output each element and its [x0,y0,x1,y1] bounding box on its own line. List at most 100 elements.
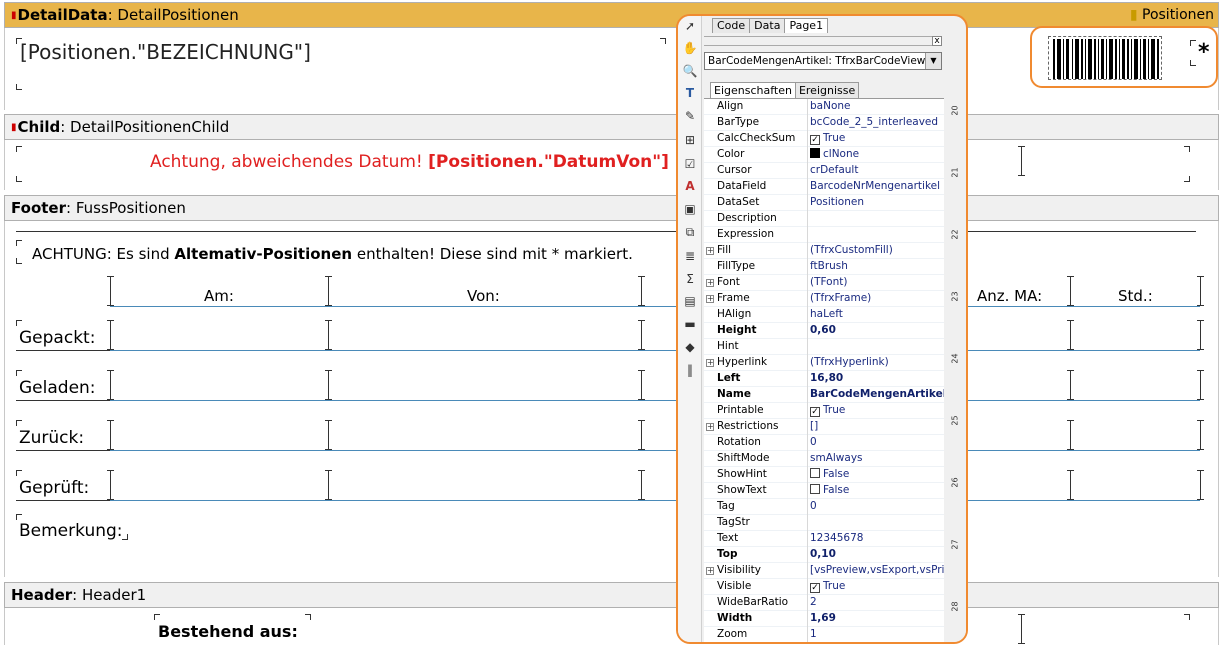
property-value[interactable]: 16,80 [810,371,944,386]
subreport-tool-icon[interactable]: ⧉ [682,224,698,240]
property-row-rotation[interactable]: Rotation 0 [704,435,944,451]
richtext-tool-icon[interactable]: A [682,178,698,194]
asterisk-memo[interactable]: * [1198,40,1210,65]
barcode-object[interactable] [1048,36,1162,80]
warning-memo[interactable]: Achtung, abweichendes Datum! [Positionen… [150,152,669,172]
bestehend-label[interactable]: Bestehend aus: [158,622,298,641]
property-value[interactable]: (TfrxCustomFill) [810,243,944,258]
property-value[interactable]: haLeft [810,307,944,322]
sum-tool-icon[interactable]: Σ [682,271,698,287]
property-value[interactable]: 0,60 [810,323,944,338]
expand-icon[interactable]: + [706,295,714,303]
property-row-expression[interactable]: Expression [704,227,944,243]
property-row-top[interactable]: Top 0,10 [704,547,944,563]
property-row-text[interactable]: Text 12345678 [704,531,944,547]
property-row-left[interactable]: Left 16,80 [704,371,944,387]
memo-bezeichnung[interactable]: [Positionen."BEZEICHNUNG"] [20,40,311,64]
property-row-visible[interactable]: Visible ✓ True [704,579,944,595]
property-value[interactable]: (TFont) [810,275,944,290]
checkbox[interactable] [810,484,820,494]
property-row-zoom[interactable]: Zoom 1 [704,627,944,642]
property-row-datafield[interactable]: DataField BarcodeNrMengenartikel [704,179,944,195]
row-label[interactable]: Zurück: [19,428,84,448]
property-row-dataset[interactable]: DataSet Positionen [704,195,944,211]
property-value[interactable]: clNone [810,147,944,162]
band-bar-detaildata[interactable]: ▮ DetailData : DetailPositionen ▮ Positi… [4,2,1219,28]
band-icon[interactable]: ⊞ [682,132,698,148]
property-value[interactable]: 0,10 [810,547,944,562]
property-value[interactable]: False [810,483,944,498]
row-label[interactable]: Gepackt: [19,328,95,348]
property-row-width[interactable]: Width 1,69 [704,611,944,627]
property-row-showhint[interactable]: ShowHint False [704,467,944,483]
tab-page1[interactable]: Page1 [784,18,829,33]
property-row-frame[interactable]: + Frame (TfrxFrame) [704,291,944,307]
property-value[interactable]: ✓ True [810,131,944,146]
zoom-icon[interactable]: 🔍 [682,63,698,79]
property-row-tag[interactable]: Tag 0 [704,499,944,515]
property-row-font[interactable]: + Font (TFont) [704,275,944,291]
checkbox[interactable] [810,468,820,478]
property-value[interactable]: Positionen [810,195,944,210]
property-row-printable[interactable]: Printable ✓ True [704,403,944,419]
property-value[interactable]: 1 [810,627,944,642]
expand-icon[interactable]: + [706,359,714,367]
property-value[interactable]: 1,69 [810,611,944,626]
expand-icon[interactable]: + [706,567,714,575]
arrow-icon[interactable]: ➚ [682,18,698,34]
property-value[interactable]: (TfrxHyperlink) [810,355,944,370]
property-row-bartype[interactable]: BarType bcCode_2_5_interleaved [704,115,944,131]
picture-tool-icon[interactable]: ▣ [682,201,698,217]
property-value[interactable]: 2 [810,595,944,610]
barcode-tool-icon[interactable]: ‖ [682,362,698,378]
page-tool-icon[interactable]: ▤ [682,293,698,309]
expand-icon[interactable]: + [706,247,714,255]
line-tool-icon[interactable]: ▬ [682,316,698,332]
property-value[interactable]: ftBrush [810,259,944,274]
property-row-widebarratio[interactable]: WideBarRatio 2 [704,595,944,611]
property-row-halign[interactable]: HAlign haLeft [704,307,944,323]
property-row-hyperlink[interactable]: + Hyperlink (TfrxHyperlink) [704,355,944,371]
property-row-showtext[interactable]: ShowText False [704,483,944,499]
property-row-align[interactable]: Align baNone [704,99,944,115]
tab-ereignisse[interactable]: Ereignisse [794,82,860,98]
expand-icon[interactable]: + [706,279,714,287]
property-row-fill[interactable]: + Fill (TfrxCustomFill) [704,243,944,259]
expand-icon[interactable]: + [706,423,714,431]
checkbox[interactable]: ✓ [810,583,820,593]
object-selector[interactable]: BarCodeMengenArtikel: TfrxBarCodeView ▼ [704,52,942,70]
row-label[interactable]: Geprüft: [19,478,89,498]
property-row-filltype[interactable]: FillType ftBrush [704,259,944,275]
property-value[interactable]: BarCodeMengenArtikel [810,387,944,402]
shape-tool-icon[interactable]: ◆ [682,339,698,355]
close-icon[interactable]: x [932,36,942,46]
property-value[interactable]: (TfrxFrame) [810,291,944,306]
tab-code[interactable]: Code [712,18,751,33]
property-value[interactable]: bcCode_2_5_interleaved [810,115,944,130]
property-row-shiftmode[interactable]: ShiftMode smAlways [704,451,944,467]
property-value[interactable]: crDefault [810,163,944,178]
property-value[interactable]: BarcodeNrMengenartikel [810,179,944,194]
property-value[interactable]: 0 [810,499,944,514]
format-painter-icon[interactable]: ✎ [682,108,698,124]
checkbox-tool-icon[interactable]: ☑ [682,156,698,172]
property-grid[interactable]: Align baNone BarType bcCode_2_5_interleaved… [704,98,944,642]
property-row-tagstr[interactable]: TagStr [704,515,944,531]
hand-icon[interactable]: ✋ [682,40,698,56]
property-row-hint[interactable]: Hint [704,339,944,355]
chevron-down-icon[interactable]: ▼ [925,53,941,69]
property-value[interactable]: [] [810,419,944,434]
property-row-calcchecksum[interactable]: CalcCheckSum ✓ True [704,131,944,147]
band-bar-child[interactable]: ▮ Child : DetailPositionenChild [4,114,1219,140]
tab-data[interactable]: Data [749,18,786,33]
row-label[interactable]: Geladen: [19,378,96,398]
memo-tool-icon[interactable]: ≣ [682,248,698,264]
property-value[interactable]: 12345678 [810,531,944,546]
property-row-height[interactable]: Height 0,60 [704,323,944,339]
band-bar-header[interactable]: Header : Header1 [4,582,1219,608]
property-value[interactable]: [vsPreview,vsExport,vsPrin [810,563,944,578]
property-value[interactable]: baNone [810,99,944,114]
property-row-visibility[interactable]: + Visibility [vsPreview,vsExport,vsPrin [704,563,944,579]
checkbox[interactable]: ✓ [810,407,820,417]
text-tool-icon[interactable]: T [682,85,698,101]
